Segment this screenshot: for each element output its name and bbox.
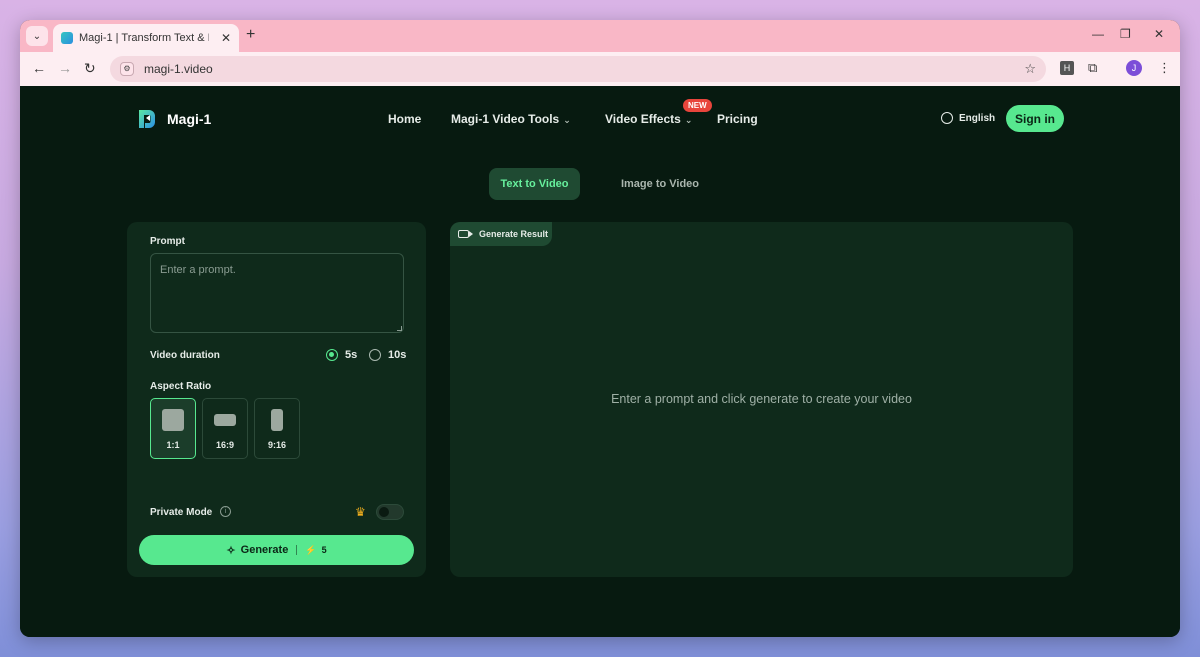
new-badge: NEW <box>683 99 712 112</box>
nav-video-tools[interactable]: Magi-1 Video Tools ⌄ <box>451 112 571 126</box>
site-info-icon[interactable]: ⚙ <box>120 62 134 76</box>
magi-logo-icon <box>139 110 155 128</box>
empty-state-message: Enter a prompt and click generate to cre… <box>611 392 912 406</box>
forward-icon[interactable]: → <box>58 60 72 76</box>
generate-label: Generate <box>240 544 289 556</box>
language-selector[interactable]: English <box>941 112 995 124</box>
duration-option-label: 10s <box>388 349 407 361</box>
nav-video-effects-label: Video Effects <box>605 112 681 126</box>
page-content: Magi-1 Home Magi-1 Video Tools ⌄ Video Ef… <box>20 86 1180 637</box>
extensions-puzzle-icon[interactable]: ⧉ <box>1088 60 1097 76</box>
tab-search-button[interactable]: ⌄ <box>26 26 48 46</box>
browser-toolbar: ← → ↻ ⚙ magi-1.video ☆ H ⧉ J ⋮ <box>20 52 1180 86</box>
landscape-shape-icon <box>214 414 236 426</box>
more-menu-icon[interactable]: ⋮ <box>1158 60 1171 76</box>
duration-option-label: 5s <box>345 349 358 361</box>
aspect-option-16-9[interactable]: 16:9 <box>202 398 248 459</box>
aspect-option-label: 16:9 <box>215 440 234 450</box>
extension-h-icon[interactable]: H <box>1060 61 1074 75</box>
radio-unchecked-icon <box>369 349 381 361</box>
video-camera-icon <box>458 230 473 238</box>
generation-form-panel: Prompt Video duration 5s 10s Aspect Rati… <box>127 222 426 577</box>
square-shape-icon <box>162 409 184 431</box>
nav-home[interactable]: Home <box>388 112 421 126</box>
info-icon[interactable]: i <box>220 506 231 517</box>
new-tab-button[interactable]: + <box>246 26 255 44</box>
tab-image-to-video[interactable]: Image to Video <box>612 168 708 200</box>
aspect-option-label: 9:16 <box>267 440 286 450</box>
tab-text-to-video[interactable]: Text to Video <box>489 168 580 200</box>
sign-in-button[interactable]: Sign in <box>1006 105 1064 132</box>
resize-handle-icon[interactable] <box>397 326 402 331</box>
generate-button[interactable]: ✧ Generate ⚡ 5 <box>139 535 414 565</box>
aspect-option-label: 1:1 <box>166 440 180 450</box>
portrait-shape-icon <box>271 409 283 431</box>
globe-icon <box>941 112 953 124</box>
brand-name: Magi-1 <box>167 111 212 127</box>
aspect-option-9-16[interactable]: 9:16 <box>254 398 300 459</box>
aspect-option-1-1[interactable]: 1:1 <box>150 398 196 459</box>
minimize-icon[interactable]: — <box>1092 27 1104 41</box>
generate-cost: 5 <box>321 545 327 555</box>
toggle-knob <box>379 507 389 517</box>
restore-icon[interactable]: ❐ <box>1120 27 1131 41</box>
sparkle-icon: ✧ <box>226 544 236 557</box>
tab-title: Magi-1 | Transform Text & Image <box>79 32 209 44</box>
private-mode-label: Private Mode <box>150 507 213 518</box>
chevron-down-icon: ⌄ <box>684 115 693 125</box>
tab-strip: ⌄ Magi-1 | Transform Text & Image ✕ + — … <box>20 20 1180 52</box>
close-window-icon[interactable]: ✕ <box>1154 27 1164 41</box>
lightning-icon: ⚡ <box>305 544 317 555</box>
result-tab-label: Generate Result <box>479 229 549 239</box>
profile-avatar[interactable]: J <box>1126 60 1142 76</box>
prompt-label: Prompt <box>150 236 185 247</box>
close-tab-icon[interactable]: ✕ <box>221 31 231 45</box>
language-label: English <box>959 112 996 124</box>
back-icon[interactable]: ← <box>32 60 46 76</box>
browser-window: ⌄ Magi-1 | Transform Text & Image ✕ + — … <box>20 20 1180 637</box>
chevron-down-icon: ⌄ <box>563 115 571 125</box>
prompt-input[interactable] <box>150 253 404 333</box>
favicon-icon <box>61 32 73 44</box>
generate-result-tab[interactable]: Generate Result <box>450 222 552 246</box>
duration-option-10s[interactable]: 10s <box>369 349 406 361</box>
aspect-ratio-label: Aspect Ratio <box>150 381 212 392</box>
radio-checked-icon <box>326 349 338 361</box>
crown-icon: ♛ <box>355 505 366 519</box>
private-mode-toggle[interactable] <box>376 504 404 520</box>
duration-option-5s[interactable]: 5s <box>326 349 357 361</box>
url-text: magi-1.video <box>144 62 213 76</box>
duration-label: Video duration <box>150 350 220 361</box>
reload-icon[interactable]: ↻ <box>84 60 96 77</box>
divider <box>296 545 298 555</box>
bookmark-star-icon[interactable]: ☆ <box>1024 61 1036 77</box>
address-bar[interactable]: ⚙ magi-1.video ☆ <box>110 56 1046 82</box>
result-panel: Generate Result Enter a prompt and click… <box>450 222 1073 577</box>
browser-tab[interactable]: Magi-1 | Transform Text & Image ✕ <box>53 24 239 52</box>
nav-video-effects[interactable]: Video Effects ⌄ <box>605 112 692 126</box>
nav-video-tools-label: Magi-1 Video Tools <box>451 112 560 126</box>
brand-logo[interactable]: Magi-1 <box>135 107 211 131</box>
nav-pricing[interactable]: Pricing <box>717 112 758 126</box>
